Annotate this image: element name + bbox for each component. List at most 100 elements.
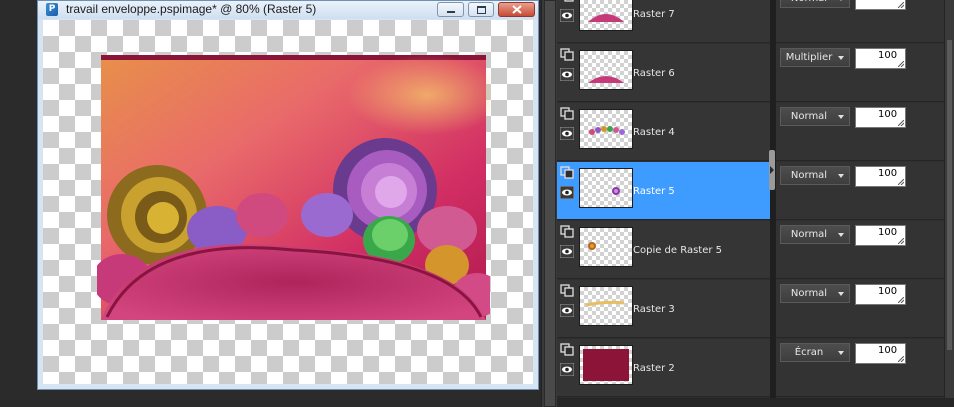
layer-properties-row: Normal 100	[776, 0, 944, 43]
chevron-down-icon	[838, 56, 844, 60]
resize-grip-icon	[898, 297, 904, 303]
opacity-field[interactable]: 100	[855, 48, 906, 69]
layer-properties-row: Normal 100	[776, 162, 944, 220]
image-canvas[interactable]	[43, 20, 533, 384]
layer-name: Raster 4	[633, 127, 675, 138]
eye-icon[interactable]	[560, 9, 574, 22]
layer-thumbnail[interactable]	[579, 0, 633, 31]
layer-row-4[interactable]: Raster 5	[557, 162, 770, 220]
layer-name: Copie de Raster 5	[633, 245, 723, 256]
raster-layer-icon[interactable]	[560, 0, 574, 2]
layer-thumbnail[interactable]	[579, 345, 633, 385]
layer-properties-list[interactable]: Normal 100 Multiplier 100 Normal 100	[776, 0, 944, 407]
layer-row-6[interactable]: Raster 3	[557, 280, 770, 338]
opacity-field[interactable]: 100	[855, 0, 906, 10]
opacity-field[interactable]: 100	[855, 225, 906, 246]
layer-thumbnail[interactable]	[579, 227, 633, 267]
layer-name: Raster 7	[633, 9, 675, 20]
splitter-handle-icon[interactable]	[768, 150, 776, 190]
layer-name: Raster 5	[633, 186, 675, 197]
resize-grip-icon	[898, 238, 904, 244]
layer-name: Raster 2	[633, 363, 675, 374]
layer-row-7[interactable]: Raster 2	[557, 339, 770, 397]
document-title: travail enveloppe.pspimage* @ 80% (Raste…	[66, 2, 317, 16]
artwork-image	[97, 55, 490, 320]
opacity-value: 100	[878, 168, 898, 179]
panel-scrollbar-thumb[interactable]	[544, 0, 556, 407]
opacity-value: 100	[878, 109, 898, 120]
layer-thumbnail[interactable]	[579, 168, 633, 208]
raster-layer-icon[interactable]	[560, 166, 574, 179]
eye-icon[interactable]	[560, 245, 574, 258]
blend-mode-label: Normal	[781, 0, 837, 4]
opacity-value: 100	[878, 50, 898, 61]
layer-properties-row: Normal 100	[776, 103, 944, 161]
resize-grip-icon	[898, 120, 904, 126]
opacity-field[interactable]: 100	[855, 166, 906, 187]
chevron-down-icon	[838, 233, 844, 237]
eye-icon[interactable]	[560, 127, 574, 140]
layer-row-1[interactable]: Raster 7	[557, 0, 770, 43]
layer-thumbnail[interactable]	[579, 109, 633, 149]
eye-icon[interactable]	[560, 363, 574, 376]
resize-grip-icon	[898, 356, 904, 362]
minimize-button[interactable]	[437, 2, 464, 17]
chevron-down-icon	[838, 351, 844, 355]
blend-mode-label: Écran	[794, 347, 824, 358]
raster-layer-icon[interactable]	[560, 343, 574, 356]
document-window[interactable]: P travail enveloppe.pspimage* @ 80% (Ras…	[37, 0, 539, 390]
chevron-down-icon	[838, 292, 844, 296]
bottom-bar	[557, 398, 954, 407]
chevron-down-icon	[838, 115, 844, 119]
eye-icon[interactable]	[560, 68, 574, 81]
maximize-button[interactable]	[468, 2, 494, 17]
blend-mode-dropdown[interactable]: Normal	[780, 107, 850, 126]
resize-grip-icon	[898, 2, 904, 8]
blend-mode-label: Normal	[790, 111, 828, 122]
layer-row-3[interactable]: Raster 4	[557, 103, 770, 161]
blend-mode-dropdown[interactable]: Normal	[780, 166, 850, 185]
layer-row-2[interactable]: Raster 6	[557, 44, 770, 102]
close-icon	[512, 5, 522, 14]
blend-mode-dropdown[interactable]: Normal	[780, 0, 850, 8]
blend-mode-label: Normal	[790, 229, 828, 240]
blend-mode-dropdown[interactable]: Écran	[780, 343, 850, 362]
blend-mode-dropdown[interactable]: Normal	[780, 284, 850, 303]
blend-mode-dropdown[interactable]: Normal	[780, 225, 850, 244]
opacity-field[interactable]: 100	[855, 343, 906, 364]
panel-scrollbar[interactable]	[541, 0, 558, 407]
blend-mode-dropdown[interactable]: Multiplier	[780, 48, 850, 67]
layer-properties-row: Écran 100	[776, 339, 944, 397]
layer-properties-row: Normal 100	[776, 280, 944, 338]
raster-layer-icon[interactable]	[560, 48, 574, 61]
layers-list[interactable]: Raster 7 Raster 6 Raster 4 Raster 5 Copi…	[557, 0, 770, 407]
properties-scrollbar-thumb[interactable]	[947, 40, 952, 350]
raster-layer-icon[interactable]	[560, 284, 574, 297]
resize-grip-icon	[898, 61, 904, 67]
chevron-down-icon	[838, 174, 844, 178]
opacity-value: 100	[878, 0, 897, 2]
blend-mode-label: Normal	[790, 288, 828, 299]
layer-row-5[interactable]: Copie de Raster 5	[557, 221, 770, 279]
chevron-down-icon	[838, 0, 844, 1]
layer-name: Raster 6	[633, 68, 675, 79]
layer-name: Raster 3	[633, 304, 675, 315]
layer-thumbnail[interactable]	[579, 286, 633, 326]
opacity-value: 100	[878, 345, 898, 356]
raster-layer-icon[interactable]	[560, 225, 574, 238]
properties-scrollbar[interactable]	[944, 0, 954, 407]
eye-icon[interactable]	[560, 186, 574, 199]
eye-icon[interactable]	[560, 304, 574, 317]
document-title-bar[interactable]: P travail enveloppe.pspimage* @ 80% (Ras…	[38, 1, 538, 19]
blend-mode-label: Multiplier	[785, 52, 833, 63]
close-button[interactable]	[498, 2, 535, 17]
layer-properties-row: Normal 100	[776, 221, 944, 279]
opacity-field[interactable]: 100	[855, 284, 906, 305]
opacity-field[interactable]: 100	[855, 107, 906, 128]
layer-properties-row: Multiplier 100	[776, 44, 944, 102]
raster-layer-icon[interactable]	[560, 107, 574, 120]
blend-mode-label: Normal	[790, 170, 828, 181]
paint-shop-pro-icon: P	[46, 3, 58, 16]
layer-thumbnail[interactable]	[579, 50, 633, 90]
opacity-value: 100	[878, 286, 898, 297]
